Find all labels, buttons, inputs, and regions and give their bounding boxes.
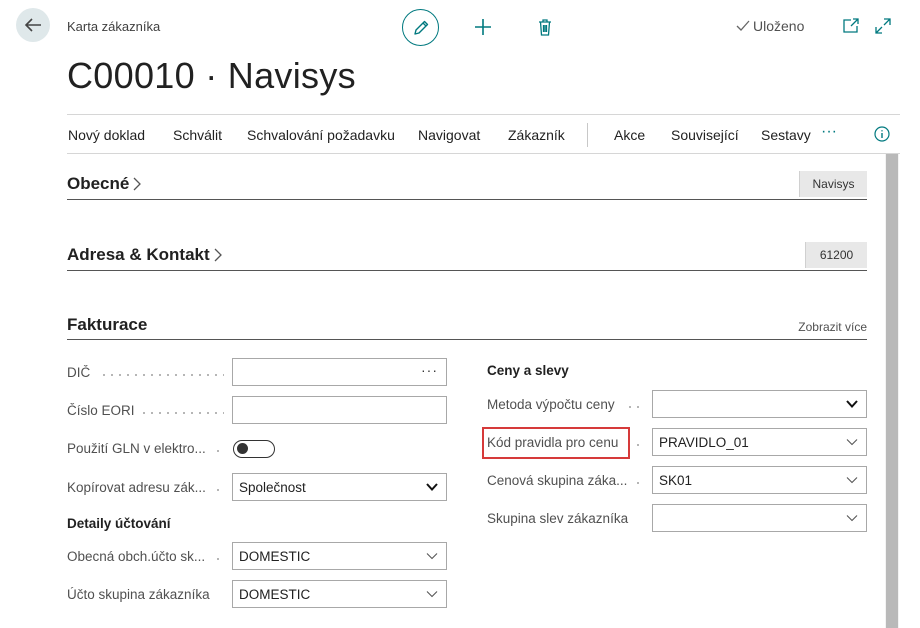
open-new-window-button[interactable]: [842, 17, 860, 35]
price-calc-method-select[interactable]: [652, 390, 867, 418]
checkmark-icon: [736, 20, 750, 31]
chevron-right-icon: [214, 248, 222, 262]
price-rule-code-select[interactable]: PRAVIDLO_01: [652, 428, 867, 456]
customer-posting-group-select[interactable]: DOMESTIC: [232, 580, 447, 608]
chevron-down-icon: [846, 439, 858, 446]
page-scrollbar[interactable]: [885, 154, 899, 628]
action-bar: Nový doklad Schválit Schvalování požadav…: [67, 114, 900, 154]
action-navigate[interactable]: Navigovat: [418, 127, 480, 143]
edit-button[interactable]: [402, 9, 439, 46]
customer-disc-group-select[interactable]: [652, 504, 867, 532]
action-request-approval[interactable]: Schvalování požadavku: [247, 127, 395, 143]
expand-icon: [875, 18, 891, 34]
fasttab-general-header[interactable]: Obecné: [67, 174, 142, 194]
action-related[interactable]: Související: [671, 127, 739, 143]
vat-lookup-button[interactable]: ···: [421, 362, 438, 378]
customer-posting-group-value: DOMESTIC: [239, 586, 311, 602]
fasttab-address: Adresa & Kontakt 61200: [67, 241, 867, 271]
chevron-down-icon: [426, 591, 438, 598]
open-new-window-icon: [843, 18, 859, 33]
copy-address-select[interactable]: Společnost: [232, 473, 447, 501]
price-rule-code-value: PRAVIDLO_01: [659, 434, 749, 450]
saved-status: Uloženo: [736, 18, 804, 34]
prices-discounts-heading: Ceny a slevy: [487, 363, 569, 378]
customer-disc-group-label: Skupina slev zákazníka: [487, 511, 629, 526]
action-new-document[interactable]: Nový doklad: [68, 127, 145, 143]
fasttab-address-header[interactable]: Adresa & Kontakt: [67, 245, 222, 265]
toggle-knob: [237, 443, 248, 454]
fasttab-address-title: Adresa & Kontakt: [67, 245, 210, 264]
gen-bus-posting-select[interactable]: DOMESTIC: [232, 542, 447, 570]
fasttab-general-summary: Navisys: [799, 171, 867, 197]
price-rule-code-label: Kód pravidla pro cenu: [487, 435, 619, 450]
page-title: C00010 · Navisys: [67, 55, 356, 96]
leader-dots: [214, 558, 224, 560]
action-actions[interactable]: Akce: [614, 127, 645, 143]
fasttab-invoicing-header[interactable]: Fakturace: [67, 315, 147, 335]
fasttab-general-title: Obecné: [67, 174, 130, 193]
gln-toggle[interactable]: [233, 440, 275, 458]
action-more-button[interactable]: ···: [821, 123, 837, 141]
vat-label: DIČ: [67, 365, 91, 380]
expand-button[interactable]: [874, 17, 892, 35]
scrollbar-thumb[interactable]: [886, 154, 898, 628]
plus-icon: [475, 19, 491, 35]
posting-details-heading: Detaily účtování: [67, 516, 171, 531]
chevron-down-icon: [426, 553, 438, 560]
saved-label: Uloženo: [753, 18, 805, 34]
info-icon[interactable]: [874, 126, 890, 142]
action-approve[interactable]: Schválit: [173, 127, 222, 143]
chevron-down-icon: [846, 400, 858, 408]
leader-dots: [140, 412, 224, 414]
copy-address-value: Společnost: [239, 479, 306, 495]
action-separator: [587, 123, 588, 147]
eori-input[interactable]: [232, 396, 447, 424]
chevron-down-icon: [846, 477, 858, 484]
trash-icon: [539, 19, 551, 36]
customer-price-group-value: SK01: [659, 472, 693, 488]
eori-label: Číslo EORI: [67, 403, 135, 418]
new-button[interactable]: [472, 16, 494, 38]
fasttab-invoicing-title: Fakturace: [67, 315, 148, 334]
back-button[interactable]: [16, 8, 50, 42]
fasttab-invoicing: Fakturace Zobrazit více: [67, 313, 867, 340]
price-calc-method-label: Metoda výpočtu ceny: [487, 397, 615, 412]
show-more-link[interactable]: Zobrazit více: [798, 320, 867, 334]
customer-price-group-label: Cenová skupina záka...: [487, 473, 628, 488]
leader-dots: [214, 489, 224, 491]
gln-label: Použití GLN v elektro...: [67, 441, 206, 456]
fasttab-general: Obecné Navisys: [67, 170, 867, 200]
edit-pencil-icon: [413, 20, 428, 35]
gen-bus-posting-value: DOMESTIC: [239, 548, 311, 564]
action-reports[interactable]: Sestavy: [761, 127, 811, 143]
fasttab-address-summary: 61200: [805, 242, 867, 268]
chevron-down-icon: [846, 515, 858, 522]
gen-bus-posting-label: Obecná obch.účto sk...: [67, 549, 206, 564]
leader-dots: [100, 374, 224, 376]
chevron-right-icon: [133, 177, 142, 191]
vat-input[interactable]: ···: [232, 358, 447, 386]
leader-dots: [634, 482, 644, 484]
leader-dots: [634, 444, 644, 446]
leader-dots: [626, 406, 644, 408]
chevron-down-icon: [426, 483, 438, 491]
leader-dots: [214, 450, 224, 452]
customer-price-group-select[interactable]: SK01: [652, 466, 867, 494]
delete-button[interactable]: [534, 15, 556, 39]
action-customer[interactable]: Zákazník: [508, 127, 565, 143]
customer-posting-group-label: Účto skupina zákazníka: [67, 587, 210, 602]
back-arrow-icon: [24, 18, 41, 32]
breadcrumb: Karta zákazníka: [67, 19, 161, 34]
copy-address-label: Kopírovat adresu zák...: [67, 480, 206, 495]
